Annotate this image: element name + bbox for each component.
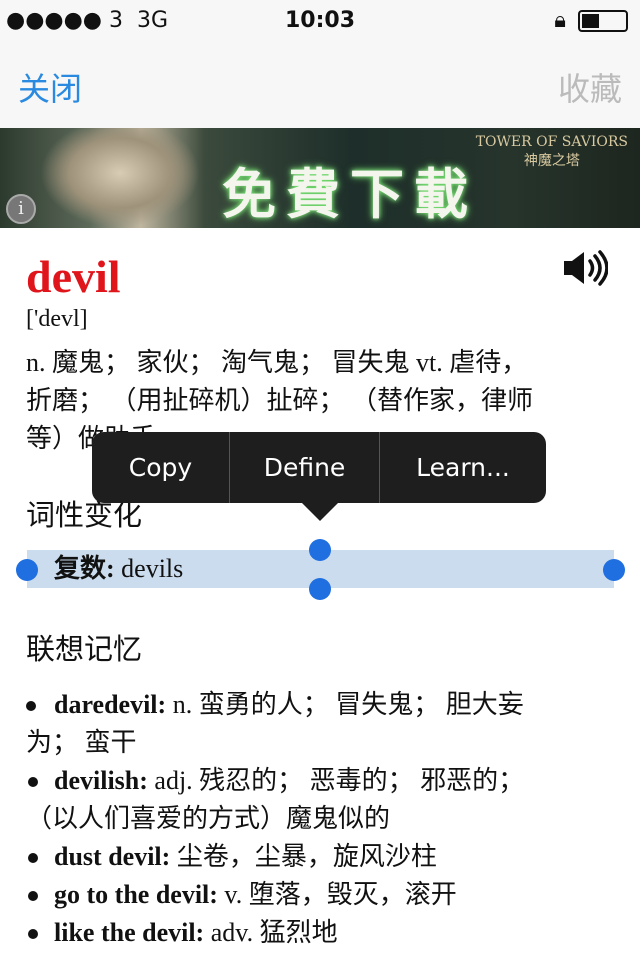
battery-icon bbox=[578, 9, 628, 32]
clock: 10:03 bbox=[284, 8, 356, 33]
ad-logo: TOWER OF SAVIORS 神魔之塔 bbox=[475, 134, 628, 169]
headword: devil bbox=[26, 251, 121, 302]
status-bar: ●●●●● 3 3G 10:03 🔒︎ bbox=[0, 0, 640, 40]
association-heading: 联想记忆 bbox=[26, 632, 143, 666]
selection-handle-end[interactable] bbox=[603, 559, 625, 581]
selection-handle-top[interactable] bbox=[309, 539, 331, 561]
association-list: daredevil: n. 蛮勇的人； 冒失鬼； 胆大妄 为； 蛮干 devili… bbox=[26, 686, 626, 952]
list-item[interactable]: like the devil: adv. 猛烈地 bbox=[26, 914, 626, 952]
list-item[interactable]: daredevil: n. 蛮勇的人； 冒失鬼； 胆大妄 为； 蛮干 bbox=[26, 686, 626, 762]
list-item[interactable]: devilish: adj. 残忍的； 恶毒的； 邪恶的； （以人们喜爱的方式）魔… bbox=[26, 762, 626, 838]
rotation-lock-icon: 🔒︎ bbox=[554, 8, 566, 33]
edit-menu-arrow bbox=[302, 503, 338, 521]
ad-artwork bbox=[40, 128, 200, 228]
close-button[interactable]: 关闭 bbox=[18, 64, 82, 110]
favorite-button[interactable]: 收藏 bbox=[558, 64, 622, 110]
phonetic: ['devl] bbox=[26, 306, 88, 332]
selection-handle-start[interactable] bbox=[16, 559, 38, 581]
edit-menu: Copy Define Learn... bbox=[92, 432, 546, 503]
learn-button[interactable]: Learn... bbox=[380, 432, 546, 503]
info-icon[interactable]: i bbox=[6, 194, 36, 224]
define-button[interactable]: Define bbox=[230, 432, 380, 503]
speaker-icon[interactable] bbox=[562, 250, 608, 286]
list-item[interactable]: go to the devil: v. 堕落，毁灭，滚开 bbox=[26, 876, 626, 914]
selection-handle-bottom[interactable] bbox=[309, 578, 331, 600]
inflection-row: 复数: devils bbox=[54, 554, 184, 583]
copy-button[interactable]: Copy bbox=[92, 432, 230, 503]
ad-slogan: 免費下載 bbox=[222, 162, 478, 226]
list-item[interactable]: dust devil: 尘卷，尘暴，旋风沙柱 bbox=[26, 838, 626, 876]
ad-banner[interactable]: 免費下載 TOWER OF SAVIORS 神魔之塔 i bbox=[0, 128, 640, 228]
nav-bar: 关闭 收藏 bbox=[0, 40, 640, 128]
